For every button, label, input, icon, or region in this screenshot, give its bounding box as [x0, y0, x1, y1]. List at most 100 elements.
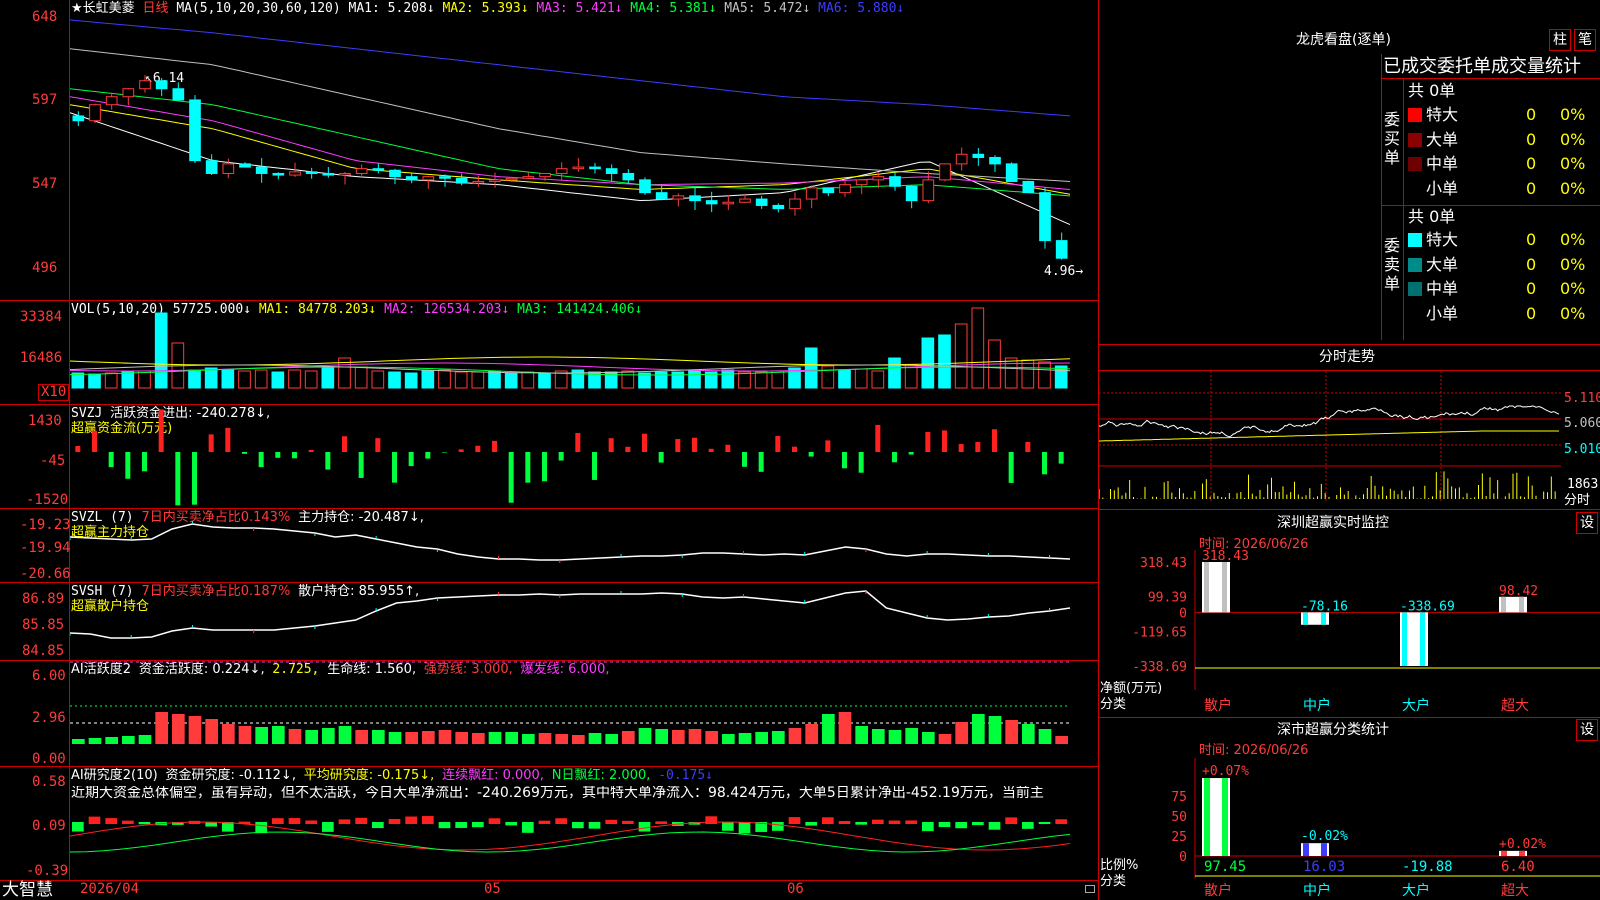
research-bar	[105, 818, 117, 824]
svzl-chart-svg[interactable]	[70, 509, 1098, 582]
classify-settings-button[interactable]: 设	[1576, 719, 1598, 741]
activity-bar	[938, 734, 952, 744]
activity-bar	[88, 738, 102, 744]
activity-bar	[638, 728, 652, 744]
candle	[455, 177, 468, 184]
volume-bar	[488, 370, 501, 389]
research-bar	[888, 820, 901, 824]
legend-swatch	[1408, 181, 1422, 196]
fund-flow-bar	[542, 452, 547, 482]
lock-icon[interactable]	[1085, 885, 1095, 893]
candle	[372, 168, 385, 171]
fund-flow-bar	[858, 452, 864, 473]
activity-bar	[955, 722, 968, 744]
research-bar	[488, 818, 501, 824]
order-count: 0	[1526, 105, 1537, 124]
bar-mode-button[interactable]: 柱	[1549, 29, 1571, 51]
chart-area[interactable]: ★长虹美菱 日线 MA(5,10,20,30,60,120) MA1: 5.20…	[0, 0, 1100, 900]
y-tick: -1520	[26, 492, 69, 508]
volume-bar	[971, 307, 985, 389]
y-tick: 50	[1171, 810, 1187, 825]
research-bar	[1055, 819, 1067, 824]
order-row: 特大 0 0%	[1408, 230, 1585, 249]
flow-bar-stripe	[1402, 612, 1407, 666]
y-tick: 99.39	[1148, 591, 1187, 606]
order-type-label: 小单	[1426, 303, 1459, 323]
order-percent: 0%	[1560, 279, 1586, 298]
candle	[422, 176, 435, 181]
research-bar	[505, 822, 517, 826]
order-percent: 0%	[1560, 178, 1586, 198]
activity-bar	[905, 728, 918, 744]
activity-bar	[1022, 724, 1035, 744]
activity-bar	[222, 724, 235, 744]
main-chart-svg[interactable]	[70, 0, 1098, 300]
candle	[705, 200, 718, 205]
ai1-chart-svg[interactable]	[70, 661, 1098, 766]
y-tick: 86.89	[22, 591, 65, 607]
activity-bar	[322, 728, 335, 744]
vol-chart-svg[interactable]	[70, 301, 1098, 404]
classify-chart-svg[interactable]: 75 50 25 0 +0.07% 97.45 散户 -0.02% 16.03 中户 -19.88 大…	[1099, 758, 1600, 900]
volume-bar	[138, 370, 151, 389]
stats-border	[1381, 54, 1382, 340]
svzj-chart-svg[interactable]	[70, 405, 1098, 508]
ai2-chart-svg[interactable]	[70, 800, 1098, 880]
activity-bar	[255, 727, 268, 744]
volume-bar	[954, 323, 968, 389]
activity-bar	[472, 733, 485, 744]
candle	[505, 177, 518, 181]
intraday-chart-svg[interactable]	[1099, 371, 1600, 509]
fund-flow-bar	[942, 430, 947, 452]
volume-bar	[521, 371, 535, 389]
ratio-value: 16.03	[1303, 859, 1345, 875]
candle	[72, 115, 85, 122]
candle	[355, 168, 368, 174]
research-bar	[622, 820, 634, 824]
research-bar	[572, 822, 584, 829]
volume-bar	[388, 371, 401, 389]
volume-bar	[738, 371, 751, 389]
pen-mode-button[interactable]: 笔	[1574, 29, 1596, 51]
activity-bar	[155, 712, 168, 744]
volume-bar	[454, 371, 468, 389]
volume-bar	[538, 372, 551, 389]
volume-bar	[838, 369, 851, 389]
research-bar	[838, 821, 851, 824]
order-type-label: 小单	[1426, 178, 1459, 198]
order-row: 小单 0 0%	[1408, 304, 1585, 323]
y-tick: 5.060	[1564, 416, 1600, 431]
volume-bar	[938, 334, 951, 389]
svsh-chart-svg[interactable]	[70, 583, 1098, 660]
intraday-vol-tick: 1863	[1567, 477, 1599, 492]
research-bar	[372, 822, 384, 829]
volume-bar	[354, 366, 368, 389]
fund-flow-bar	[808, 452, 814, 457]
volume-bar	[221, 369, 235, 389]
research-bar	[788, 817, 801, 824]
legend-swatch	[1408, 233, 1422, 247]
activity-bar	[105, 737, 118, 744]
category-label: 中户	[1303, 697, 1331, 714]
brand-label: 大智慧	[2, 880, 53, 900]
candle	[672, 195, 685, 200]
fund-flow-bar	[75, 446, 81, 452]
activity-bar	[172, 714, 185, 744]
volume-bar	[1054, 365, 1068, 389]
monitor-settings-button[interactable]: 设	[1576, 512, 1598, 534]
fund-flow-bar	[992, 429, 997, 452]
candle	[1039, 192, 1051, 242]
research-bar	[655, 821, 667, 824]
fund-flow-bar	[642, 433, 647, 452]
classify-time: 时间: 2026/06/26	[1199, 743, 1309, 758]
volume-bar	[271, 371, 285, 389]
order-count: 0	[1526, 303, 1537, 323]
volume-bar	[504, 372, 518, 389]
research-bar	[138, 822, 151, 825]
activity-bar	[988, 716, 1002, 744]
candle	[755, 198, 768, 206]
order-type-label: 特大	[1426, 230, 1459, 249]
research-bar	[638, 822, 651, 832]
volume-bar	[104, 372, 118, 389]
monitor-chart-svg[interactable]: 318.43 99.390 -119.65 -338.69 318.43 散户 -78.16…	[1099, 550, 1600, 720]
